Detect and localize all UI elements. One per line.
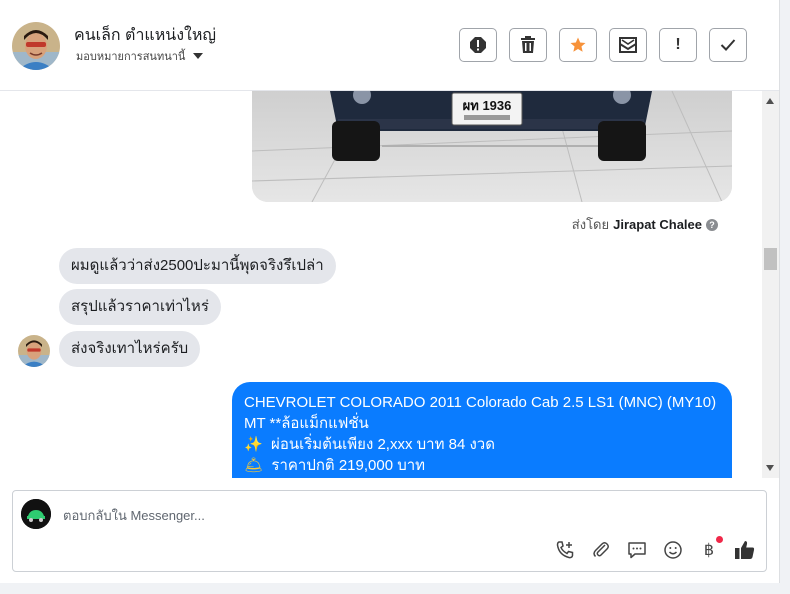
star-icon (570, 37, 586, 52)
outgoing-line: ผ่อนเริ่มต้นเพียง 2,xxx บาท 84 งวด (271, 436, 495, 453)
scrollbar-thumb[interactable] (764, 248, 777, 270)
outgoing-line-row: 🛎 ราคาปกติ 219,000 บาท (244, 455, 720, 476)
page-avatar (21, 499, 51, 529)
call-button[interactable] (554, 539, 576, 561)
mark-unread-button[interactable] (609, 28, 647, 62)
report-button[interactable] (459, 28, 497, 62)
sent-by-label: ส่งโดย Jirapat Chalee ? (572, 214, 718, 235)
outgoing-line: ราคาปกติ 219,000 บาท (271, 457, 426, 474)
phone-plus-icon (556, 541, 574, 559)
trash-icon (521, 36, 535, 53)
saved-replies-button[interactable] (626, 539, 648, 561)
sent-by-prefix: ส่งโดย (571, 217, 610, 232)
assign-conversation-dropdown[interactable]: มอบหมายการสนทนานี้ (76, 47, 204, 65)
contact-name: คนเล็ก ตำแหน่งใหญ่ (74, 27, 217, 44)
incoming-message[interactable]: สรุปแล้วราคาเท่าไหร่ (59, 289, 221, 325)
reply-input[interactable] (61, 503, 665, 527)
outgoing-line: MT **ล้อแม็กแฟชั่น (244, 415, 369, 432)
chat-bubble-icon (628, 542, 646, 559)
smiley-icon (664, 541, 682, 559)
sent-by-name: Jirapat Chalee (613, 217, 702, 232)
header-actions: ! (459, 28, 747, 62)
outgoing-line: CHEVROLET COLORADO 2011 Colorado Cab 2.5… (244, 394, 717, 411)
bell-icon: 🛎 (244, 457, 264, 474)
check-icon (720, 39, 736, 51)
emoji-button[interactable] (662, 539, 684, 561)
attach-button[interactable] (590, 539, 612, 561)
star-button[interactable] (559, 28, 597, 62)
incoming-message[interactable]: ผมดูแล้วว่าส่ง2500ปะมานี้พุดจริงรึเปล่า (59, 248, 336, 284)
composer-tools: ฿ (554, 536, 756, 561)
alert-circle-icon (470, 37, 486, 53)
license-plate-text: ผท 1936 (463, 98, 512, 113)
incoming-message[interactable]: ส่งจริงเทาไหร่ครับ (59, 331, 201, 367)
conversation-panel: คนเล็ก ตำแหน่งใหญ่ มอบหมายการสนทนานี้ ! (0, 0, 780, 583)
like-button[interactable] (734, 539, 756, 561)
reply-composer: ฿ (12, 490, 767, 572)
delete-button[interactable] (509, 28, 547, 62)
scroll-up-arrow-icon[interactable] (766, 98, 774, 104)
mark-done-button[interactable] (709, 28, 747, 62)
outgoing-line-row: ✨ ผ่อนเริ่มต้นเพียง 2,xxx บาท 84 งวด (244, 434, 720, 455)
message-thread[interactable]: ผท 1936 ส่งโดย Jirapat Chalee ? ผมดูแล้ว… (0, 91, 762, 478)
contact-avatar-small (18, 335, 50, 367)
sparkles-icon: ✨ (244, 436, 263, 453)
caret-down-icon (193, 53, 204, 59)
conversation-header: คนเล็ก ตำแหน่งใหญ่ มอบหมายการสนทนานี้ ! (0, 0, 779, 91)
mail-icon (619, 37, 637, 53)
question-mark-icon[interactable]: ? (706, 218, 718, 231)
payment-button[interactable]: ฿ (698, 536, 723, 561)
follow-up-button[interactable]: ! (659, 28, 697, 62)
outgoing-message[interactable]: CHEVROLET COLORADO 2011 Colorado Cab 2.5… (232, 382, 732, 478)
car-photo[interactable]: ผท 1936 (252, 91, 732, 202)
baht-icon: ฿ (703, 542, 715, 559)
notification-dot (716, 536, 723, 543)
paperclip-icon (593, 542, 609, 558)
contact-avatar[interactable] (12, 22, 60, 70)
assign-label: มอบหมายการสนทนานี้ (76, 51, 186, 63)
scroll-down-arrow-icon[interactable] (766, 465, 774, 471)
thumbs-up-icon (735, 541, 755, 559)
exclamation-icon: ! (675, 36, 681, 53)
thread-scrollbar[interactable] (762, 91, 779, 478)
